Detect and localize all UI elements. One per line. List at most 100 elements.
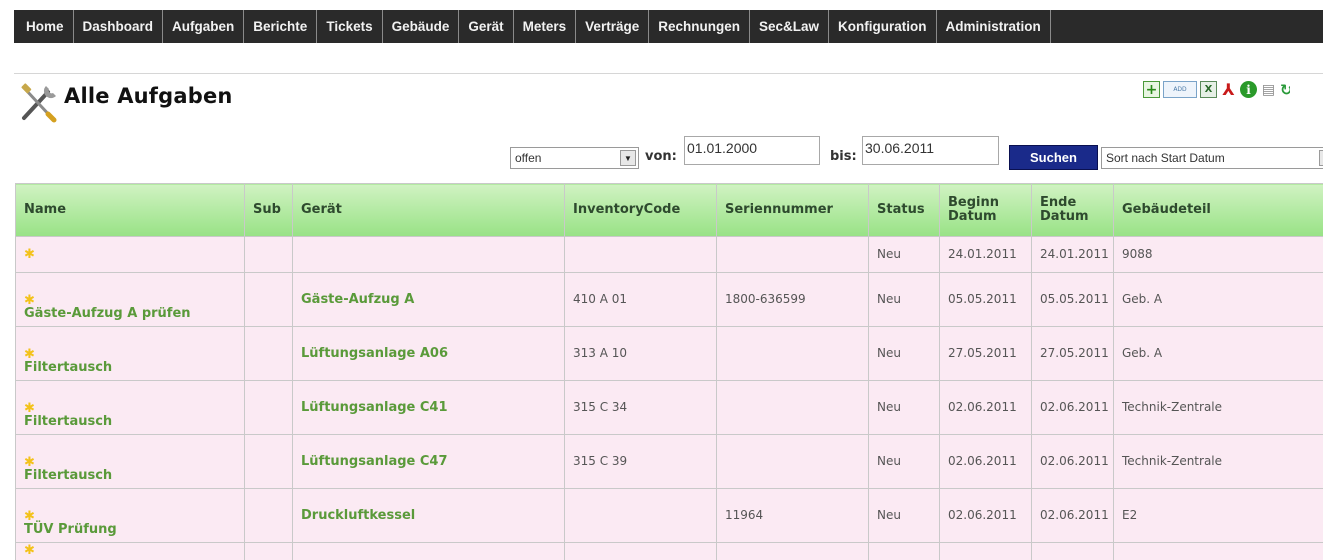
bis-label: bis: bbox=[830, 149, 857, 164]
nav-home[interactable]: Home bbox=[14, 10, 74, 43]
add-button[interactable]: ADD bbox=[1163, 81, 1197, 98]
cell-begin: 05.05.2011 bbox=[939, 272, 1032, 327]
cell-part: Technik-Zentrale bbox=[1113, 380, 1323, 435]
cell-geraet: Gäste-Aufzug A bbox=[292, 272, 565, 327]
task-link[interactable]: TÜV Prüfung bbox=[24, 522, 117, 537]
cell-inventory: 315 C 34 bbox=[564, 380, 717, 435]
tasks-table: Name Sub Gerät InventoryCode Seriennumme… bbox=[15, 183, 1323, 560]
column-header-beginn-datum[interactable]: Beginn Datum bbox=[939, 183, 1032, 237]
cell-begin: 02.06.2011 bbox=[939, 434, 1032, 489]
cell-name: ✱ bbox=[15, 236, 245, 273]
table-row[interactable]: ✱ Gäste-Aufzug A prüfen Gäste-Aufzug A 41… bbox=[15, 272, 1323, 327]
column-header-seriennummer[interactable]: Seriennummer bbox=[716, 183, 869, 237]
device-link[interactable]: Druckluftkessel bbox=[301, 508, 415, 523]
nav-konfiguration[interactable]: Konfiguration bbox=[829, 10, 937, 43]
search-button[interactable]: Suchen bbox=[1009, 145, 1098, 170]
toolbar: + ADD X ⅄ i ▤ ↻ bbox=[1143, 80, 1290, 99]
cell-inventory bbox=[564, 542, 717, 560]
device-link[interactable]: Lüftungsanlage C41 bbox=[301, 400, 448, 415]
info-icon[interactable]: i bbox=[1240, 81, 1257, 98]
status-select-value: offen bbox=[515, 151, 542, 165]
cell-begin: 24.01.2011 bbox=[939, 236, 1032, 273]
status-select[interactable]: offen ▼ bbox=[510, 147, 639, 169]
table-row[interactable]: ✱ bbox=[15, 542, 1323, 560]
column-header-status[interactable]: Status bbox=[868, 183, 940, 237]
nav-seclaw[interactable]: Sec&Law bbox=[750, 10, 830, 43]
cell-sub bbox=[244, 488, 293, 543]
nav-aufgaben[interactable]: Aufgaben bbox=[163, 10, 245, 43]
cell-end: 05.05.2011 bbox=[1031, 272, 1114, 327]
table-row[interactable]: ✱ Neu 24.01.2011 24.01.2011 9088 bbox=[15, 236, 1323, 273]
nav-rechnungen[interactable]: Rechnungen bbox=[649, 10, 750, 43]
cell-inventory bbox=[564, 236, 717, 273]
cell-inventory: 313 A 10 bbox=[564, 326, 717, 381]
table-row[interactable]: ✱ Filtertausch Lüftungsanlage C41 315 C 3… bbox=[15, 380, 1323, 435]
von-label: von: bbox=[645, 149, 677, 164]
print-icon[interactable]: ▤ bbox=[1260, 81, 1277, 98]
refresh-icon[interactable]: ↻ bbox=[1280, 81, 1290, 98]
bis-date-input[interactable]: 30.06.2011 bbox=[862, 136, 999, 165]
nav-berichte[interactable]: Berichte bbox=[244, 10, 318, 43]
cell-geraet: Lüftungsanlage A06 bbox=[292, 326, 565, 381]
nav-tickets[interactable]: Tickets bbox=[317, 10, 383, 43]
cell-name: ✱ Filtertausch bbox=[15, 434, 245, 489]
cell-status: Neu bbox=[868, 434, 940, 489]
tools-icon bbox=[18, 80, 62, 124]
column-header-geraet[interactable]: Gerät bbox=[292, 183, 565, 237]
task-link[interactable]: Gäste-Aufzug A prüfen bbox=[24, 306, 191, 321]
von-date-input[interactable]: 01.01.2000 bbox=[684, 136, 820, 165]
excel-export-icon[interactable]: X bbox=[1200, 81, 1217, 98]
chevron-down-icon[interactable]: ▼ bbox=[620, 150, 636, 166]
nav-meters[interactable]: Meters bbox=[514, 10, 577, 43]
cell-part: Geb. A bbox=[1113, 272, 1323, 327]
cell-begin: 02.06.2011 bbox=[939, 488, 1032, 543]
device-link[interactable]: Gäste-Aufzug A bbox=[301, 292, 414, 307]
star-icon: ✱ bbox=[24, 509, 35, 524]
table-header-row: Name Sub Gerät InventoryCode Seriennumme… bbox=[15, 183, 1323, 237]
table-row[interactable]: ✱ Filtertausch Lüftungsanlage A06 313 A 1… bbox=[15, 326, 1323, 381]
cell-geraet bbox=[292, 236, 565, 273]
cell-end: 27.05.2011 bbox=[1031, 326, 1114, 381]
cell-geraet: Druckluftkessel bbox=[292, 488, 565, 543]
chevron-down-icon[interactable]: ▼ bbox=[1319, 150, 1323, 166]
column-header-name[interactable]: Name bbox=[15, 183, 245, 237]
cell-begin: 02.06.2011 bbox=[939, 380, 1032, 435]
cell-part: Geb. A bbox=[1113, 326, 1323, 381]
nav-dashboard[interactable]: Dashboard bbox=[74, 10, 164, 43]
cell-begin bbox=[939, 542, 1032, 560]
task-link[interactable]: Filtertausch bbox=[24, 360, 112, 375]
cell-sub bbox=[244, 380, 293, 435]
nav-geraet[interactable]: Gerät bbox=[459, 10, 514, 43]
pdf-export-icon[interactable]: ⅄ bbox=[1220, 80, 1237, 99]
cell-status bbox=[868, 542, 940, 560]
column-header-sub[interactable]: Sub bbox=[244, 183, 293, 237]
cell-serial: 1800-636599 bbox=[716, 272, 869, 327]
column-header-inventorycode[interactable]: InventoryCode bbox=[564, 183, 717, 237]
cell-name: ✱ Filtertausch bbox=[15, 326, 245, 381]
cell-part: E2 bbox=[1113, 488, 1323, 543]
nav-vertraege[interactable]: Verträge bbox=[576, 10, 650, 43]
star-icon: ✱ bbox=[24, 401, 35, 416]
sort-select[interactable]: Sort nach Start Datum ▼ bbox=[1101, 147, 1323, 169]
table-row[interactable]: ✱ TÜV Prüfung Druckluftkessel 11964 Neu 0… bbox=[15, 488, 1323, 543]
cell-status: Neu bbox=[868, 488, 940, 543]
cell-end: 02.06.2011 bbox=[1031, 488, 1114, 543]
cell-status: Neu bbox=[868, 380, 940, 435]
star-icon: ✱ bbox=[24, 246, 35, 262]
task-link[interactable]: Filtertausch bbox=[24, 468, 112, 483]
device-link[interactable]: Lüftungsanlage A06 bbox=[301, 346, 448, 361]
cell-end: 02.06.2011 bbox=[1031, 434, 1114, 489]
star-icon: ✱ bbox=[24, 455, 35, 470]
cell-sub bbox=[244, 236, 293, 273]
nav-gebaeude[interactable]: Gebäude bbox=[383, 10, 460, 43]
column-header-gebaeudeteil[interactable]: Gebäudeteil bbox=[1113, 183, 1323, 237]
cell-serial bbox=[716, 542, 869, 560]
nav-administration[interactable]: Administration bbox=[937, 10, 1051, 43]
cell-sub bbox=[244, 542, 293, 560]
page-title: Alle Aufgaben bbox=[64, 84, 233, 108]
task-link[interactable]: Filtertausch bbox=[24, 414, 112, 429]
column-header-ende-datum[interactable]: Ende Datum bbox=[1031, 183, 1114, 237]
add-icon[interactable]: + bbox=[1143, 81, 1160, 98]
device-link[interactable]: Lüftungsanlage C47 bbox=[301, 454, 448, 469]
table-row[interactable]: ✱ Filtertausch Lüftungsanlage C47 315 C 3… bbox=[15, 434, 1323, 489]
